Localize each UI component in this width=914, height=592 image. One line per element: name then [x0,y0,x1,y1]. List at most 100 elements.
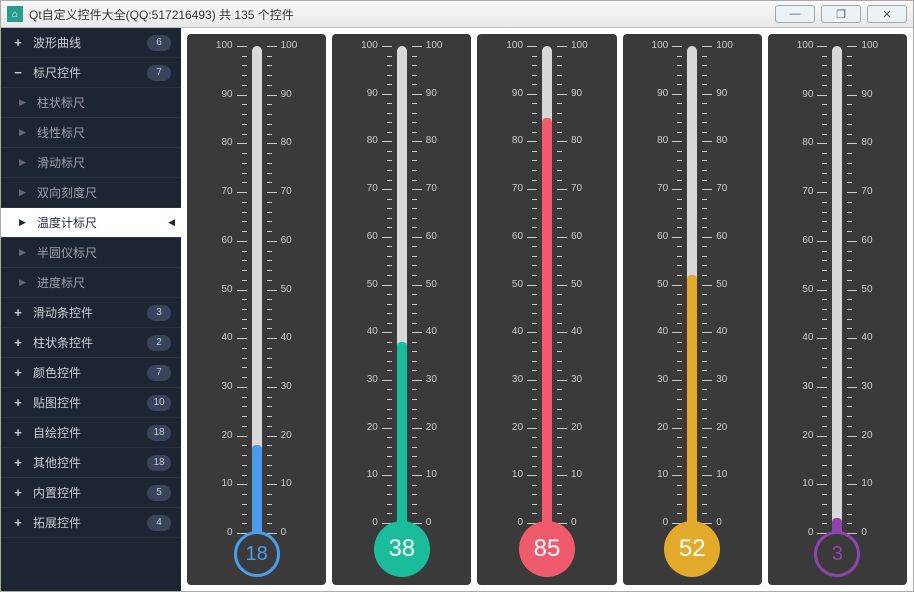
tick-label: 90 [861,90,872,100]
tick-minor [822,514,827,515]
sidebar-subitem[interactable]: ▶半圆仪标尺 [1,238,181,268]
tick-minor [557,370,562,371]
tick-minor [822,153,827,154]
sidebar-category[interactable]: +内置控件5 [1,478,181,508]
tick-minor [822,319,827,320]
sidebar-subitem[interactable]: ▶温度计标尺 [1,208,181,238]
tick-minor [412,342,417,343]
tick-major [817,484,827,485]
tick-minor [702,409,707,410]
tick-major [702,237,712,238]
tick-minor [242,299,247,300]
tick-minor [677,466,682,467]
thermometer-bulb: 3 [814,531,860,577]
sidebar-subitem[interactable]: ▶进度标尺 [1,268,181,298]
sidebar-category[interactable]: +颜色控件7 [1,358,181,388]
chevron-right-icon: ▶ [19,157,27,168]
tick-minor [702,84,707,85]
tick-major [702,475,712,476]
tick-minor [242,251,247,252]
sidebar-category[interactable]: −标尺控件7 [1,58,181,88]
tick-minor [412,199,417,200]
tick-major [267,290,277,291]
tick-minor [677,447,682,448]
tick-major [672,141,682,142]
chevron-right-icon: ▶ [19,277,27,288]
sidebar-category[interactable]: +滑动条控件3 [1,298,181,328]
tick-major [527,141,537,142]
tick-minor [822,182,827,183]
tick-minor [702,256,707,257]
tick-minor [267,173,272,174]
tick-minor [532,437,537,438]
tick-label: 30 [861,382,872,392]
sidebar-subitem[interactable]: ▶线性标尺 [1,118,181,148]
tick-minor [242,465,247,466]
tick-label: 80 [281,138,292,148]
chevron-right-icon: ▶ [19,127,27,138]
sidebar-subitem[interactable]: ▶双向刻度尺 [1,178,181,208]
close-button[interactable]: ✕ [867,5,907,23]
sidebar-category[interactable]: +波形曲线6 [1,28,181,58]
thermometer-tube [539,46,555,523]
tick-minor [387,409,392,410]
tick-minor [412,456,417,457]
tick-major [267,95,277,96]
tick-label: 10 [657,470,668,480]
thermometer-bulb: 85 [519,521,575,577]
chevron-right-icon: ▶ [19,247,27,258]
tick-minor [702,275,707,276]
tick-major [702,46,712,47]
tick-minor [702,370,707,371]
tick-major [817,192,827,193]
sidebar-category-label: 波形曲线 [33,34,147,51]
tick-minor [847,182,852,183]
minimize-button[interactable]: — [775,5,815,23]
tick-minor [387,132,392,133]
tick-minor [847,309,852,310]
tick-major [702,189,712,190]
tick-minor [822,260,827,261]
tick-minor [702,246,707,247]
maximize-button[interactable]: ❐ [821,5,861,23]
sidebar-category[interactable]: +柱状条控件2 [1,328,181,358]
scale-left: 0102030405060708090100 [642,46,682,523]
sidebar-category[interactable]: +拓展控件4 [1,508,181,538]
tick-label: 100 [797,41,814,51]
tick-major [412,428,422,429]
tick-major [237,338,247,339]
category-count-badge: 7 [147,65,171,81]
sidebar-category[interactable]: +贴图控件10 [1,388,181,418]
sidebar-category[interactable]: +其他控件18 [1,448,181,478]
tick-major [527,475,537,476]
tick-minor [702,513,707,514]
tick-minor [532,265,537,266]
tick-label: 40 [802,333,813,343]
tick-minor [847,504,852,505]
tick-label: 0 [281,528,287,538]
tick-minor [412,409,417,410]
tick-label: 60 [716,232,727,242]
tick-major [412,46,422,47]
tick-major [702,94,712,95]
tick-minor [677,265,682,266]
tick-minor [822,397,827,398]
plus-icon: + [11,35,25,50]
tick-minor [677,504,682,505]
tick-label: 50 [221,285,232,295]
sidebar-subitem[interactable]: ▶滑动标尺 [1,148,181,178]
tick-minor [412,227,417,228]
tick-label: 40 [571,327,582,337]
tick-minor [267,65,272,66]
tick-minor [702,418,707,419]
sidebar-category[interactable]: +自绘控件18 [1,418,181,448]
scale-right: 0102030405060708090100 [702,46,742,523]
plus-icon: + [11,335,25,350]
tick-minor [267,514,272,515]
tick-minor [242,514,247,515]
sidebar-subitem[interactable]: ▶柱状标尺 [1,88,181,118]
tick-minor [822,475,827,476]
plus-icon: + [11,425,25,440]
tick-label: 70 [281,187,292,197]
tick-minor [532,218,537,219]
